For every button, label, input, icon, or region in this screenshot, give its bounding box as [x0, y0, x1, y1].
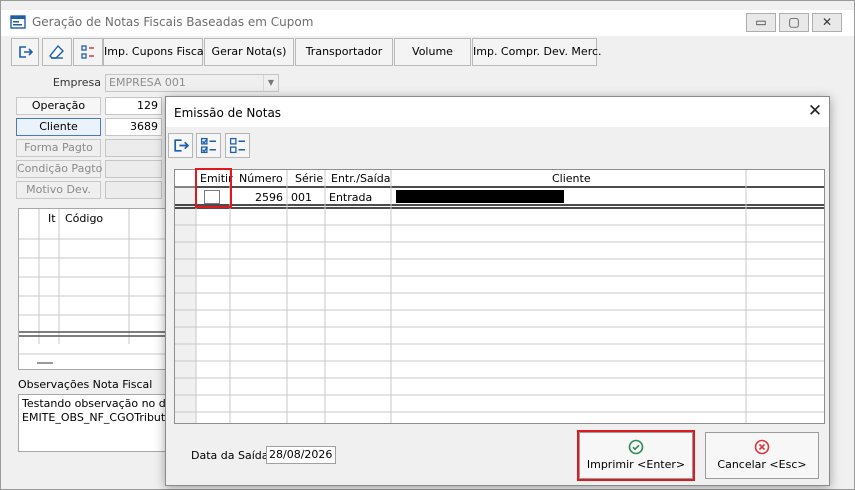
col-entr-saida[interactable]: Entr./Saída: [331, 172, 390, 185]
condicao-pagto-button[interactable]: Condição Pagto: [16, 160, 102, 178]
items-col-codigo: Código: [65, 212, 104, 225]
notas-grid[interactable]: Emitir Número Série Entr./Saída Cliente …: [174, 169, 825, 424]
obs-line: EMITE_OBS_NF_CGOTribut. f: [22, 411, 168, 424]
exit-icon: [174, 139, 189, 152]
items-grid-lines: [19, 209, 167, 364]
empresa-value: EMPRESA 001: [109, 76, 186, 89]
volume-button[interactable]: Volume: [394, 38, 471, 66]
exit-button[interactable]: [11, 38, 39, 66]
chevron-down-icon: ▼: [263, 75, 278, 91]
items-grid[interactable]: It Código: [18, 208, 168, 370]
app-window-icon: [10, 14, 26, 30]
cliente-button[interactable]: Cliente: [16, 118, 101, 136]
data-saida-label: Data da Saída: [191, 449, 269, 462]
dialog-title: Emissão de Notas: [174, 106, 282, 120]
obs-label: Observações Nota Fiscal: [18, 378, 153, 391]
redacted-cliente: [396, 190, 564, 203]
list-icon: [81, 45, 94, 59]
imp-compr-dev-merc-button[interactable]: Imp. Compr. Dev. Merc.: [472, 38, 602, 66]
notas-grid-lines: [175, 170, 824, 423]
emissao-dialog: Emissão de Notas ✕ Emitir Número Série E…: [165, 96, 830, 486]
clear-button[interactable]: [42, 38, 72, 66]
col-cliente[interactable]: Cliente: [552, 172, 591, 185]
gerar-notas-button[interactable]: Gerar Nota(s): [204, 38, 294, 66]
motivo-dev-field[interactable]: [105, 181, 162, 199]
row-entr-saida: Entrada: [329, 191, 373, 204]
uncheck-all-icon: [229, 137, 245, 154]
maximize-button[interactable]: ▢: [779, 13, 809, 32]
dialog-close-button[interactable]: ✕: [804, 102, 826, 122]
col-numero[interactable]: Número: [239, 172, 283, 185]
cancel-circle-icon: [754, 439, 770, 455]
exit-icon: [19, 46, 34, 58]
row-serie: 001: [291, 191, 312, 204]
uncheck-all-button[interactable]: [225, 133, 250, 158]
check-all-button[interactable]: [196, 133, 221, 158]
forma-pagto-button[interactable]: Forma Pagto: [16, 139, 101, 157]
operacao-button[interactable]: Operação: [16, 97, 101, 115]
window-title: Geração de Notas Fiscais Baseadas em Cup…: [32, 15, 314, 29]
cancelar-button[interactable]: Cancelar <Esc>: [705, 432, 819, 479]
dialog-exit-button[interactable]: [168, 133, 193, 158]
transportador-button[interactable]: Transportador: [295, 38, 393, 66]
close-button[interactable]: ✕: [812, 13, 842, 32]
eraser-icon: [49, 44, 64, 59]
check-all-icon: [200, 137, 216, 154]
empresa-select[interactable]: EMPRESA 001 ▼: [105, 74, 279, 92]
imprimir-highlight: [577, 430, 695, 481]
imp-cupons-fiscais-button[interactable]: Imp. Cupons Fiscais: [103, 38, 212, 66]
cliente-field[interactable]: 3689: [105, 118, 162, 136]
minimize-button[interactable]: ▭: [746, 13, 776, 32]
row-numero: 2596: [255, 191, 283, 204]
obs-textarea[interactable]: Testando observação no danfe EMITE_OBS_N…: [18, 394, 168, 452]
items-col-it: It: [48, 212, 56, 225]
list-button[interactable]: [73, 38, 103, 66]
cancelar-label: Cancelar <Esc>: [717, 458, 807, 471]
emitir-highlight: [195, 168, 232, 208]
data-saida-field[interactable]: 28/08/2026: [266, 446, 336, 464]
forma-pagto-field[interactable]: [105, 139, 162, 157]
col-serie[interactable]: Série: [295, 172, 323, 185]
motivo-dev-button[interactable]: Motivo Dev.: [16, 181, 101, 199]
operacao-field[interactable]: 129: [105, 97, 162, 115]
obs-line: Testando observação no danfe: [22, 397, 167, 410]
condicao-pagto-field[interactable]: [105, 160, 162, 178]
empresa-label: Empresa: [52, 76, 101, 89]
